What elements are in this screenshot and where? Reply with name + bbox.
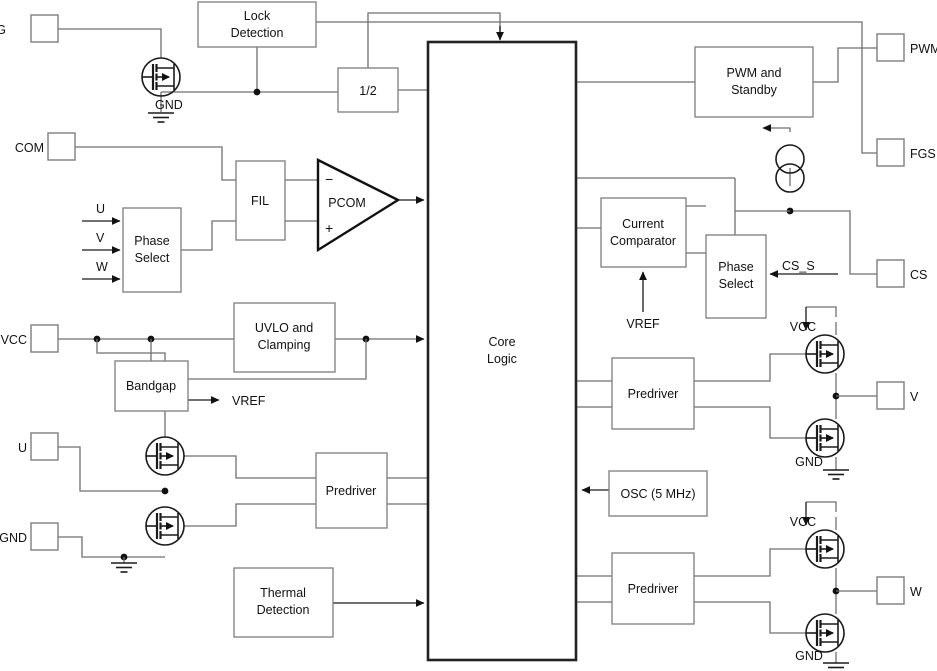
core-logic-label-line1: Core: [488, 335, 515, 349]
pwm-standby-label-line2: Standby: [731, 83, 778, 97]
vref-bandgap-label: VREF: [232, 394, 266, 408]
thermal-label-line2: Detection: [257, 603, 310, 617]
current-comparator-label-line2: Comparator: [610, 234, 676, 248]
mosfet-w-low: [804, 612, 846, 654]
block-current-comparator: Current Comparator: [600, 197, 687, 268]
block-phase-select-left: Phase Select: [122, 207, 182, 293]
divider-label: 1/2: [359, 84, 376, 98]
pcom-label: PCOM: [328, 196, 366, 210]
pcom-minus-sign: −: [325, 171, 333, 187]
pin-v-label: V: [910, 390, 919, 404]
predriver-v-label: Predriver: [628, 387, 679, 401]
block-pwm-standby: PWM and Standby: [694, 46, 814, 118]
pcom-plus-sign: +: [325, 220, 333, 236]
ground-v: [822, 469, 850, 480]
gnd-w-label: GND: [795, 649, 823, 663]
phase-select-right-label-line2: Select: [719, 277, 754, 291]
pin-fg[interactable]: FG: [0, 14, 59, 43]
pin-cs[interactable]: CS: [876, 259, 927, 288]
mosfet-v-high: [804, 333, 846, 375]
block-predriver-w: Predriver: [611, 552, 695, 625]
ground-u: [110, 562, 138, 573]
lock-detection-label-line1: Lock: [244, 9, 271, 23]
bandgap-label: Bandgap: [126, 379, 176, 393]
phase-select-right-label-line1: Phase: [718, 260, 753, 274]
mosfet-fg: [140, 56, 182, 98]
ground-fg: [147, 112, 175, 123]
pin-v[interactable]: V: [876, 381, 919, 410]
block-divider: 1/2: [337, 67, 399, 113]
ground-w: [822, 662, 850, 671]
pcom-amplifier: − + PCOM: [316, 158, 401, 253]
osc-label: OSC (5 MHz): [621, 487, 696, 501]
pin-fg-label: FG: [0, 23, 6, 37]
block-lock-detection: Lock Detection: [197, 1, 317, 48]
predriver-w-label: Predriver: [628, 582, 679, 596]
block-phase-select-right: Phase Select: [705, 234, 767, 319]
mosfet-v-low: [804, 417, 846, 459]
vcc-w-label: VCC: [790, 515, 816, 529]
current-comparator-label-line1: Current: [622, 217, 664, 231]
block-bandgap: Bandgap: [114, 360, 189, 412]
mosfet-w-high: [804, 528, 846, 570]
block-fil: FIL: [235, 160, 286, 241]
pin-com[interactable]: COM: [15, 132, 76, 161]
pin-pwm-label: PWM: [910, 42, 937, 56]
pin-u-label: U: [18, 441, 27, 455]
pin-gnd[interactable]: GND: [0, 522, 59, 551]
hall-input-u-label: U: [96, 202, 105, 216]
block-uvlo-clamping: UVLO and Clamping: [233, 302, 336, 373]
block-core-logic: Core Logic: [426, 40, 578, 662]
pwm-standby-label-line1: PWM and: [727, 66, 782, 80]
pin-pwm[interactable]: PWM: [876, 33, 937, 62]
lock-detection-label-line2: Detection: [231, 26, 284, 40]
gnd-v-label: GND: [795, 455, 823, 469]
uvlo-label-line1: UVLO and: [255, 321, 313, 335]
pin-u[interactable]: U: [18, 432, 59, 461]
fil-label: FIL: [251, 194, 269, 208]
uvlo-label-line2: Clamping: [258, 338, 311, 352]
block-thermal-detection: Thermal Detection: [233, 567, 334, 638]
pin-fgs-label: FGS: [910, 147, 936, 161]
thermal-label-line1: Thermal: [260, 586, 306, 600]
mosfet-u-low: [144, 505, 186, 547]
mosfet-u-high: [144, 435, 186, 477]
block-predriver-u: Predriver: [315, 452, 388, 529]
block-osc: OSC (5 MHz): [608, 470, 708, 517]
predriver-u-label: Predriver: [326, 484, 377, 498]
pin-fgs[interactable]: FGS: [876, 138, 936, 167]
cs-s-label: CS_S: [782, 259, 815, 273]
pin-w[interactable]: W: [876, 576, 922, 605]
vref-comparator-label: VREF: [626, 317, 660, 331]
block-diagram: Core Logic Lock Detection 1/2 PWM and St…: [0, 0, 937, 671]
pin-vcc-label: VCC: [1, 333, 27, 347]
vcc-v-label: VCC: [790, 320, 816, 334]
pin-vcc[interactable]: VCC: [1, 324, 59, 353]
pin-gnd-label: GND: [0, 531, 27, 545]
phase-select-left-label-line2: Select: [135, 251, 170, 265]
core-logic-label-line2: Logic: [487, 352, 517, 366]
pin-w-label: W: [910, 585, 922, 599]
phase-select-left-label-line1: Phase: [134, 234, 169, 248]
pin-cs-label: CS: [910, 268, 927, 282]
block-predriver-v: Predriver: [611, 357, 695, 430]
hall-input-v-label: V: [96, 231, 105, 245]
hall-input-w-label: W: [96, 260, 108, 274]
pin-com-label: COM: [15, 141, 44, 155]
gnd-fg-label: GND: [155, 98, 183, 112]
